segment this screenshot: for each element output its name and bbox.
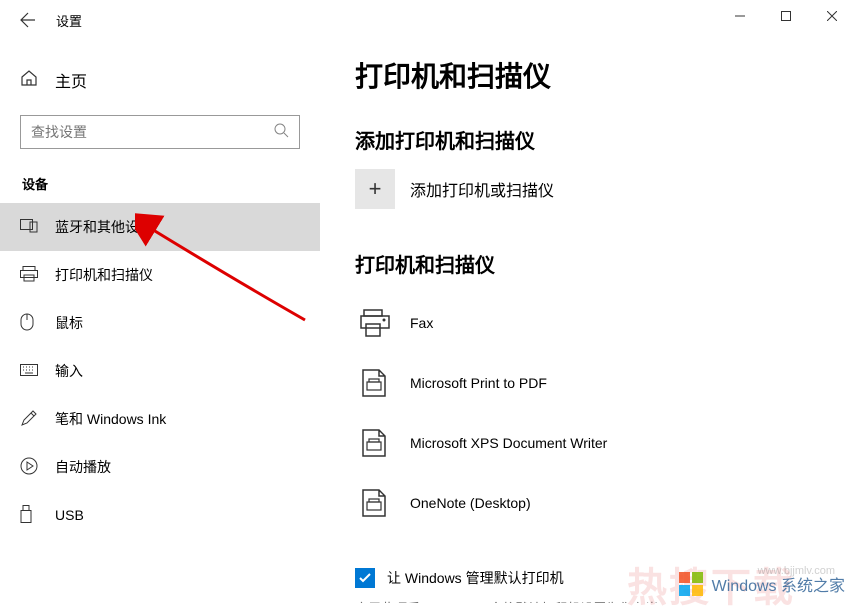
nav-item-typing[interactable]: 输入 [0,347,320,395]
home-label: 主页 [55,68,87,92]
pen-icon [20,409,40,430]
close-button[interactable] [809,0,855,32]
nav-item-bluetooth[interactable]: 蓝牙和其他设备 [0,203,320,251]
search-input[interactable] [31,124,273,140]
search-input-container[interactable] [20,115,300,149]
watermark: Windows 系统之家 [678,570,845,598]
windows-logo-icon [678,570,706,598]
window-title: 设置 [56,11,82,30]
device-name: Microsoft XPS Document Writer [410,435,607,451]
device-name: Microsoft Print to PDF [410,375,547,391]
printer-doc-icon [355,363,395,403]
nav-label: 蓝牙和其他设备 [55,217,153,237]
add-printer-button[interactable]: + 添加打印机或扫描仪 [355,169,820,209]
minimize-icon [735,11,745,21]
search-icon [273,122,289,143]
nav-item-mouse[interactable]: 鼠标 [0,299,320,347]
mouse-icon [20,313,40,334]
back-button[interactable] [8,0,48,40]
nav-label: 打印机和扫描仪 [55,265,153,285]
category-label: 设备 [20,174,300,193]
nav-item-printers[interactable]: 打印机和扫描仪 [0,251,320,299]
add-section-title: 添加打印机和扫描仪 [355,125,820,154]
close-icon [827,11,837,21]
fax-icon [355,303,395,343]
back-arrow-icon [20,12,36,28]
page-title: 打印机和扫描仪 [355,55,820,95]
usb-icon [20,505,40,526]
nav-label: 自动播放 [55,457,111,477]
list-section-title: 打印机和扫描仪 [355,249,820,278]
printer-doc-icon [355,483,395,523]
printer-doc-icon [355,423,395,463]
devices-icon [20,219,40,236]
device-onenote[interactable]: OneNote (Desktop) [355,473,820,533]
nav-label: 鼠标 [55,313,83,333]
checkbox-checked-icon [355,568,375,588]
keyboard-icon [20,363,40,379]
maximize-button[interactable] [763,0,809,32]
nav-item-pen[interactable]: 笔和 Windows Ink [0,395,320,443]
checkbox-description: 启用此项后，Windows 会将默认打印机设置为你在当 [355,598,820,603]
home-icon [20,69,40,92]
device-xps[interactable]: Microsoft XPS Document Writer [355,413,820,473]
nav-label: 笔和 Windows Ink [55,409,166,429]
nav-label: USB [55,507,84,523]
device-fax[interactable]: Fax [355,293,820,353]
checkbox-label: 让 Windows 管理默认打印机 [387,568,564,588]
device-name: Fax [410,315,433,331]
nav-item-autoplay[interactable]: 自动播放 [0,443,320,491]
device-name: OneNote (Desktop) [410,495,531,511]
device-pdf[interactable]: Microsoft Print to PDF [355,353,820,413]
autoplay-icon [20,457,40,478]
watermark-text: Windows 系统之家 [712,572,845,596]
printer-icon [20,266,40,285]
nav-item-usb[interactable]: USB [0,491,320,539]
home-link[interactable]: 主页 [20,60,300,100]
add-label: 添加打印机或扫描仪 [410,177,554,201]
plus-icon: + [355,169,395,209]
minimize-button[interactable] [717,0,763,32]
maximize-icon [781,11,791,21]
nav-label: 输入 [55,361,83,381]
